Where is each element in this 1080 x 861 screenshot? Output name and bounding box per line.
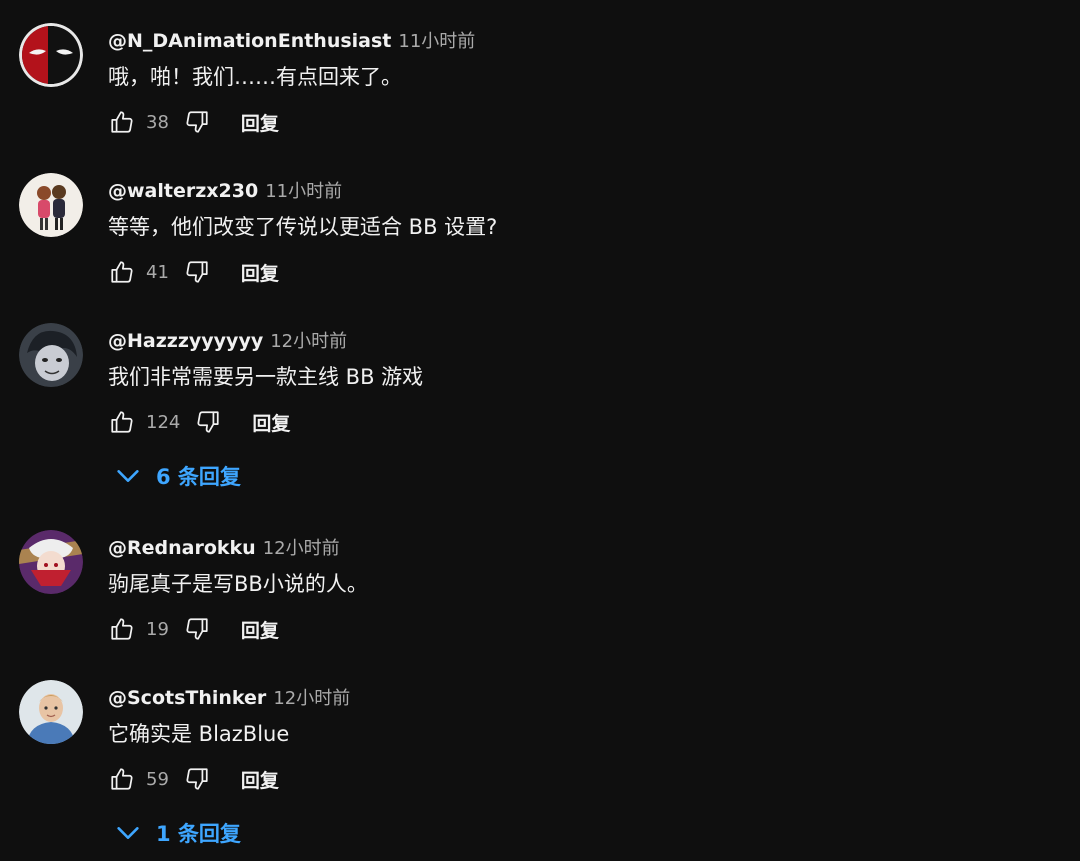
reply-button[interactable]: 回复 xyxy=(252,409,290,436)
replies-count-label: 1 条回复 xyxy=(156,822,241,846)
show-replies-button[interactable]: 1 条回复 xyxy=(114,818,241,848)
chevron-down-icon xyxy=(117,470,139,482)
thumbs-up-icon xyxy=(111,111,133,133)
comment-actions: 38 回复 xyxy=(108,107,279,137)
comment-header: @N_DAnimationEnthusiast 11小时前 xyxy=(108,27,475,53)
like-count: 124 xyxy=(146,411,181,433)
thumbs-up-icon xyxy=(111,768,133,790)
anime-face-avatar-icon xyxy=(19,323,83,387)
like-count: 19 xyxy=(146,618,169,640)
thumbs-down-icon xyxy=(197,411,219,433)
anime-character-avatar-icon xyxy=(19,530,83,594)
deadpool-mask-avatar-icon xyxy=(19,23,83,87)
comment-author[interactable]: @N_DAnimationEnthusiast xyxy=(108,30,391,52)
show-replies-button[interactable]: 6 条回复 xyxy=(114,461,241,491)
dislike-button[interactable] xyxy=(183,615,211,643)
comment-actions: 124 回复 xyxy=(108,407,290,437)
dislike-button[interactable] xyxy=(183,765,211,793)
comment-text: 我们非常需要另一款主线 BB 游戏 xyxy=(108,365,424,389)
comment-timestamp[interactable]: 11小时前 xyxy=(265,177,342,203)
comment-actions: 41 回复 xyxy=(108,257,279,287)
thumbs-down-icon xyxy=(186,768,208,790)
avatar[interactable] xyxy=(19,23,83,87)
thumbs-up-icon xyxy=(111,618,133,640)
thumbs-down-icon xyxy=(186,261,208,283)
like-button[interactable] xyxy=(108,108,136,136)
avatar[interactable] xyxy=(19,530,83,594)
like-button[interactable] xyxy=(108,615,136,643)
reply-button[interactable]: 回复 xyxy=(241,109,279,136)
comment-timestamp[interactable]: 12小时前 xyxy=(273,684,350,710)
like-button[interactable] xyxy=(108,258,136,286)
comment-header: @Hazzzyyyyyy 12小时前 xyxy=(108,327,347,353)
reply-button[interactable]: 回复 xyxy=(241,616,279,643)
comment-header: @ScotsThinker 12小时前 xyxy=(108,684,350,710)
avatar[interactable] xyxy=(19,173,83,237)
thumbs-up-icon xyxy=(111,261,133,283)
comment-header: @walterzx230 11小时前 xyxy=(108,177,342,203)
comment-timestamp[interactable]: 12小时前 xyxy=(270,327,347,353)
anime-characters-avatar-icon xyxy=(19,173,83,237)
comment-author[interactable]: @ScotsThinker xyxy=(108,687,266,709)
like-count: 41 xyxy=(146,261,169,283)
comment-author[interactable]: @walterzx230 xyxy=(108,180,258,202)
comment-header: @Rednarokku 12小时前 xyxy=(108,534,340,560)
comment-timestamp[interactable]: 11小时前 xyxy=(398,27,475,53)
reply-button[interactable]: 回复 xyxy=(241,766,279,793)
dislike-button[interactable] xyxy=(183,108,211,136)
comment-author[interactable]: @Rednarokku xyxy=(108,537,256,559)
avatar[interactable] xyxy=(19,323,83,387)
dislike-button[interactable] xyxy=(183,258,211,286)
like-count: 38 xyxy=(146,111,169,133)
thumbs-up-icon xyxy=(111,411,133,433)
comment-timestamp[interactable]: 12小时前 xyxy=(263,534,340,560)
portrait-avatar-icon xyxy=(19,680,83,744)
thumbs-down-icon xyxy=(186,618,208,640)
like-count: 59 xyxy=(146,768,169,790)
comment-author[interactable]: @Hazzzyyyyyy xyxy=(108,330,263,352)
comment-actions: 59 回复 xyxy=(108,764,279,794)
comment-actions: 19 回复 xyxy=(108,614,279,644)
reply-button[interactable]: 回复 xyxy=(241,259,279,286)
like-button[interactable] xyxy=(108,408,136,436)
dislike-button[interactable] xyxy=(194,408,222,436)
comment-text: 驹尾真子是写BB小说的人。 xyxy=(108,572,368,596)
replies-count-label: 6 条回复 xyxy=(156,465,241,489)
chevron-down-icon xyxy=(117,827,139,839)
avatar[interactable] xyxy=(19,680,83,744)
comment-text: 它确实是 BlazBlue xyxy=(108,722,290,746)
comment-text: 等等，他们改变了传说以更适合 BB 设置? xyxy=(108,215,498,239)
like-button[interactable] xyxy=(108,765,136,793)
comment-text: 哦，啪！我们……有点回来了。 xyxy=(108,65,402,89)
thumbs-down-icon xyxy=(186,111,208,133)
